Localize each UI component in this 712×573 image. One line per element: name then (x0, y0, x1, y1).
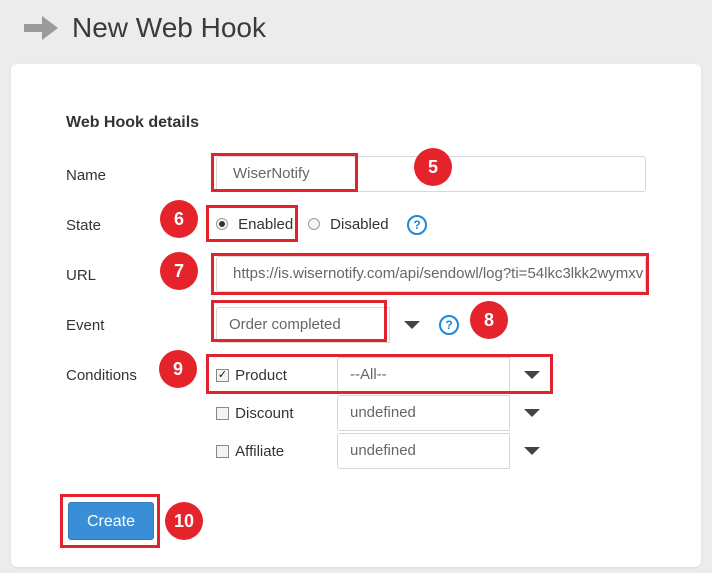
chevron-down-icon (524, 371, 540, 379)
conditions-label: Conditions (66, 367, 137, 384)
annotation-badge-10: 10 (165, 502, 203, 540)
discount-select[interactable]: undefined (337, 395, 551, 431)
state-label: State (66, 217, 102, 234)
product-checkbox[interactable]: ✓ (216, 368, 229, 382)
disabled-radio[interactable] (308, 218, 320, 231)
create-button[interactable]: Create (68, 502, 154, 540)
state-help-icon[interactable]: ? (407, 215, 427, 235)
annotation-badge-9: 9 (159, 350, 197, 388)
product-label: Product (235, 367, 287, 384)
event-select-toggle[interactable] (389, 307, 431, 343)
disabled-label: Disabled (330, 216, 389, 233)
chevron-down-icon (524, 447, 540, 455)
affiliate-label: Affiliate (235, 443, 285, 460)
annotation-badge-7: 7 (160, 252, 198, 290)
annotation-badge-8: 8 (470, 301, 508, 339)
web-hook-form-card: Web Hook details Name WiserNotify 5 Stat… (11, 64, 701, 567)
product-select-toggle[interactable] (509, 357, 551, 393)
url-label: URL (66, 267, 97, 284)
right-arrow-icon (24, 16, 58, 40)
discount-label: Discount (235, 405, 294, 422)
url-input[interactable]: https://is.wisernotify.com/api/sendowl/l… (216, 256, 646, 292)
condition-affiliate[interactable]: Affiliate (216, 443, 284, 460)
enabled-label: Enabled (238, 216, 294, 233)
condition-product[interactable]: ✓ Product (216, 367, 287, 384)
affiliate-checkbox[interactable] (216, 444, 229, 458)
discount-checkbox[interactable] (216, 406, 229, 420)
enabled-radio[interactable] (216, 218, 228, 231)
chevron-down-icon (404, 321, 420, 329)
affiliate-select[interactable]: undefined (337, 433, 551, 469)
discount-select-toggle[interactable] (509, 395, 551, 431)
page-title: New Web Hook (72, 12, 267, 43)
annotation-badge-5: 5 (414, 148, 452, 186)
state-disabled-option[interactable]: Disabled (308, 216, 389, 233)
product-select[interactable]: --All-- (337, 357, 551, 393)
affiliate-select-toggle[interactable] (509, 433, 551, 469)
event-select[interactable]: Order completed (216, 307, 431, 343)
state-enabled-option[interactable]: Enabled (216, 216, 293, 233)
event-help-icon[interactable]: ? (439, 315, 459, 335)
url-input-value: https://is.wisernotify.com/api/sendowl/l… (233, 265, 644, 282)
chevron-down-icon (524, 409, 540, 417)
event-label: Event (66, 317, 105, 334)
name-input-value: WiserNotify (233, 165, 310, 182)
annotation-badge-6: 6 (160, 200, 198, 238)
name-label: Name (66, 167, 107, 184)
section-title: Web Hook details (66, 114, 200, 131)
condition-discount[interactable]: Discount (216, 405, 294, 422)
